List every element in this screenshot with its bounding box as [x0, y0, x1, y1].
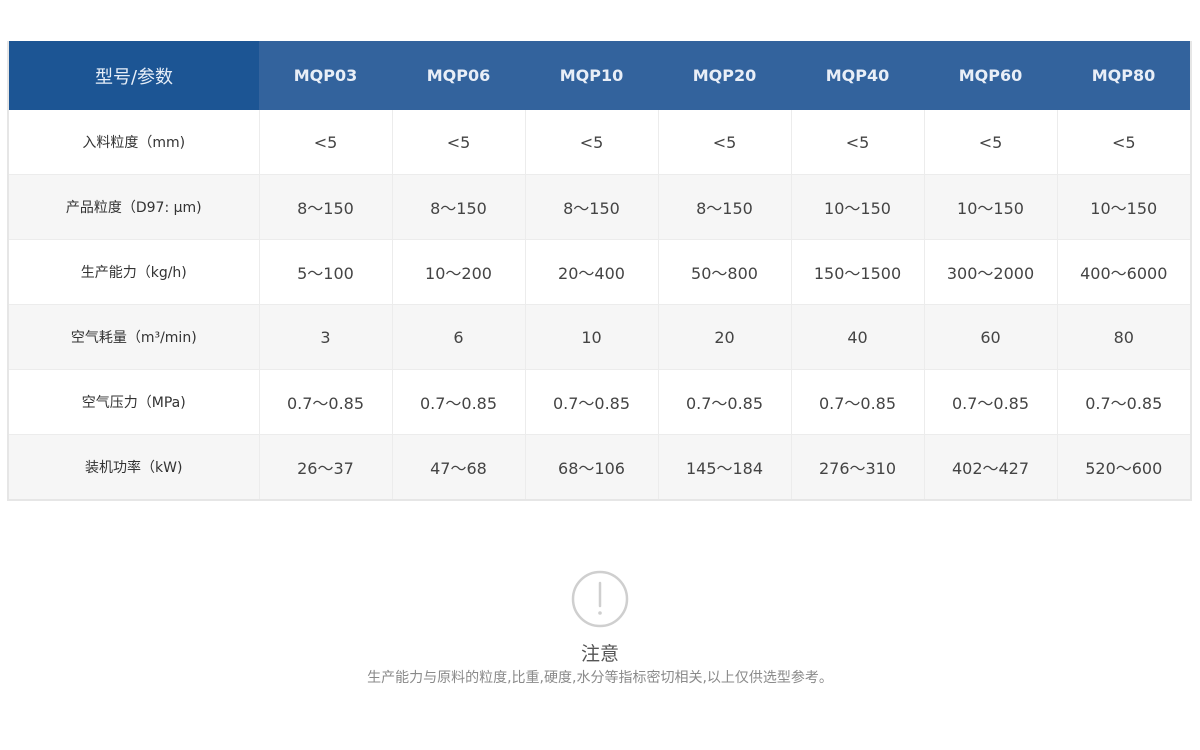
exclamation-circle-icon	[571, 570, 629, 628]
table-cell: 26～37	[259, 434, 393, 499]
row-label: 空气耗量（m³/min)	[9, 304, 260, 370]
table-cell: <5	[259, 110, 393, 175]
table-cell: 145～184	[658, 434, 792, 499]
table-cell: 0.7～0.85	[1057, 369, 1190, 435]
table-row: 装机功率（kW) 26～37 47～68 68～106 145～184 276～…	[9, 434, 1190, 499]
table-header-row: 型号/参数 MQP03 MQP06 MQP10 MQP20 MQP40 MQP6…	[9, 41, 1190, 110]
table-cell: <5	[791, 110, 925, 175]
table-cell: 0.7～0.85	[924, 369, 1058, 435]
table-cell: 10～150	[1057, 174, 1190, 240]
table-cell: 8～150	[525, 174, 659, 240]
model-header-cell: MQP60	[924, 41, 1057, 110]
model-header-cell: MQP03	[259, 41, 392, 110]
table-cell: 20～400	[525, 239, 659, 305]
table-row: 空气压力（MPa) 0.7～0.85 0.7～0.85 0.7～0.85 0.7…	[9, 369, 1190, 435]
table-cell: 3	[259, 304, 393, 370]
notice-title: 注意	[580, 643, 619, 665]
table-cell: 8～150	[392, 174, 526, 240]
model-header-cell: MQP80	[1057, 41, 1190, 110]
row-label: 空气压力（MPa)	[9, 369, 260, 435]
table-cell: 10～150	[924, 174, 1058, 240]
table-cell: 5～100	[259, 239, 393, 305]
table-row: 产品粒度（D97: μm) 8～150 8～150 8～150 8～150 10…	[9, 174, 1190, 240]
table-cell: 60	[924, 304, 1058, 370]
table-cell: 10～200	[392, 239, 526, 305]
spec-table: 型号/参数 MQP03 MQP06 MQP10 MQP20 MQP40 MQP6…	[9, 41, 1190, 499]
model-header-cell: MQP10	[525, 41, 658, 110]
table-cell: 20	[658, 304, 792, 370]
table-cell: 47～68	[392, 434, 526, 499]
table-cell: 50～800	[658, 239, 792, 305]
table-cell: 40	[791, 304, 925, 370]
model-header-cell: MQP40	[791, 41, 924, 110]
table-cell: 80	[1057, 304, 1190, 370]
notice-section: 注意 生产能力与原料的粒度,比重,硬度,水分等指标密切相关,以上仅供选型参考。	[0, 570, 1200, 688]
table-cell: 402～427	[924, 434, 1058, 499]
param-header-cell: 型号/参数	[9, 41, 259, 110]
table-cell: 300～2000	[924, 239, 1058, 305]
table-cell: <5	[392, 110, 526, 175]
table-cell: 8～150	[658, 174, 792, 240]
table-cell: <5	[924, 110, 1058, 175]
table-cell: <5	[525, 110, 659, 175]
table-cell: <5	[1057, 110, 1190, 175]
table-cell: 10	[525, 304, 659, 370]
table-cell: <5	[658, 110, 792, 175]
table-row: 入料粒度（mm) <5 <5 <5 <5 <5 <5 <5	[9, 110, 1190, 175]
table-cell: 10～150	[791, 174, 925, 240]
row-label: 入料粒度（mm)	[9, 110, 260, 175]
row-label: 生产能力（kg/h)	[9, 239, 260, 305]
table-cell: 276～310	[791, 434, 925, 499]
row-label: 产品粒度（D97: μm)	[9, 174, 260, 240]
table-cell: 0.7～0.85	[525, 369, 659, 435]
table-cell: 8～150	[259, 174, 393, 240]
spec-table-container: 型号/参数 MQP03 MQP06 MQP10 MQP20 MQP40 MQP6…	[7, 41, 1192, 501]
table-cell: 0.7～0.85	[658, 369, 792, 435]
table-cell: 150～1500	[791, 239, 925, 305]
table-row: 空气耗量（m³/min) 3 6 10 20 40 60 80	[9, 304, 1190, 370]
row-label: 装机功率（kW)	[9, 434, 260, 499]
model-header-cell: MQP06	[392, 41, 525, 110]
table-cell: 0.7～0.85	[392, 369, 526, 435]
table-cell: 520～600	[1057, 434, 1190, 499]
table-cell: 400～6000	[1057, 239, 1190, 305]
table-cell: 68～106	[525, 434, 659, 499]
model-header-cell: MQP20	[658, 41, 791, 110]
table-cell: 0.7～0.85	[791, 369, 925, 435]
table-row: 生产能力（kg/h) 5～100 10～200 20～400 50～800 15…	[9, 239, 1190, 305]
notice-text: 生产能力与原料的粒度,比重,硬度,水分等指标密切相关,以上仅供选型参考。	[367, 670, 833, 686]
table-cell: 0.7～0.85	[259, 369, 393, 435]
table-cell: 6	[392, 304, 526, 370]
